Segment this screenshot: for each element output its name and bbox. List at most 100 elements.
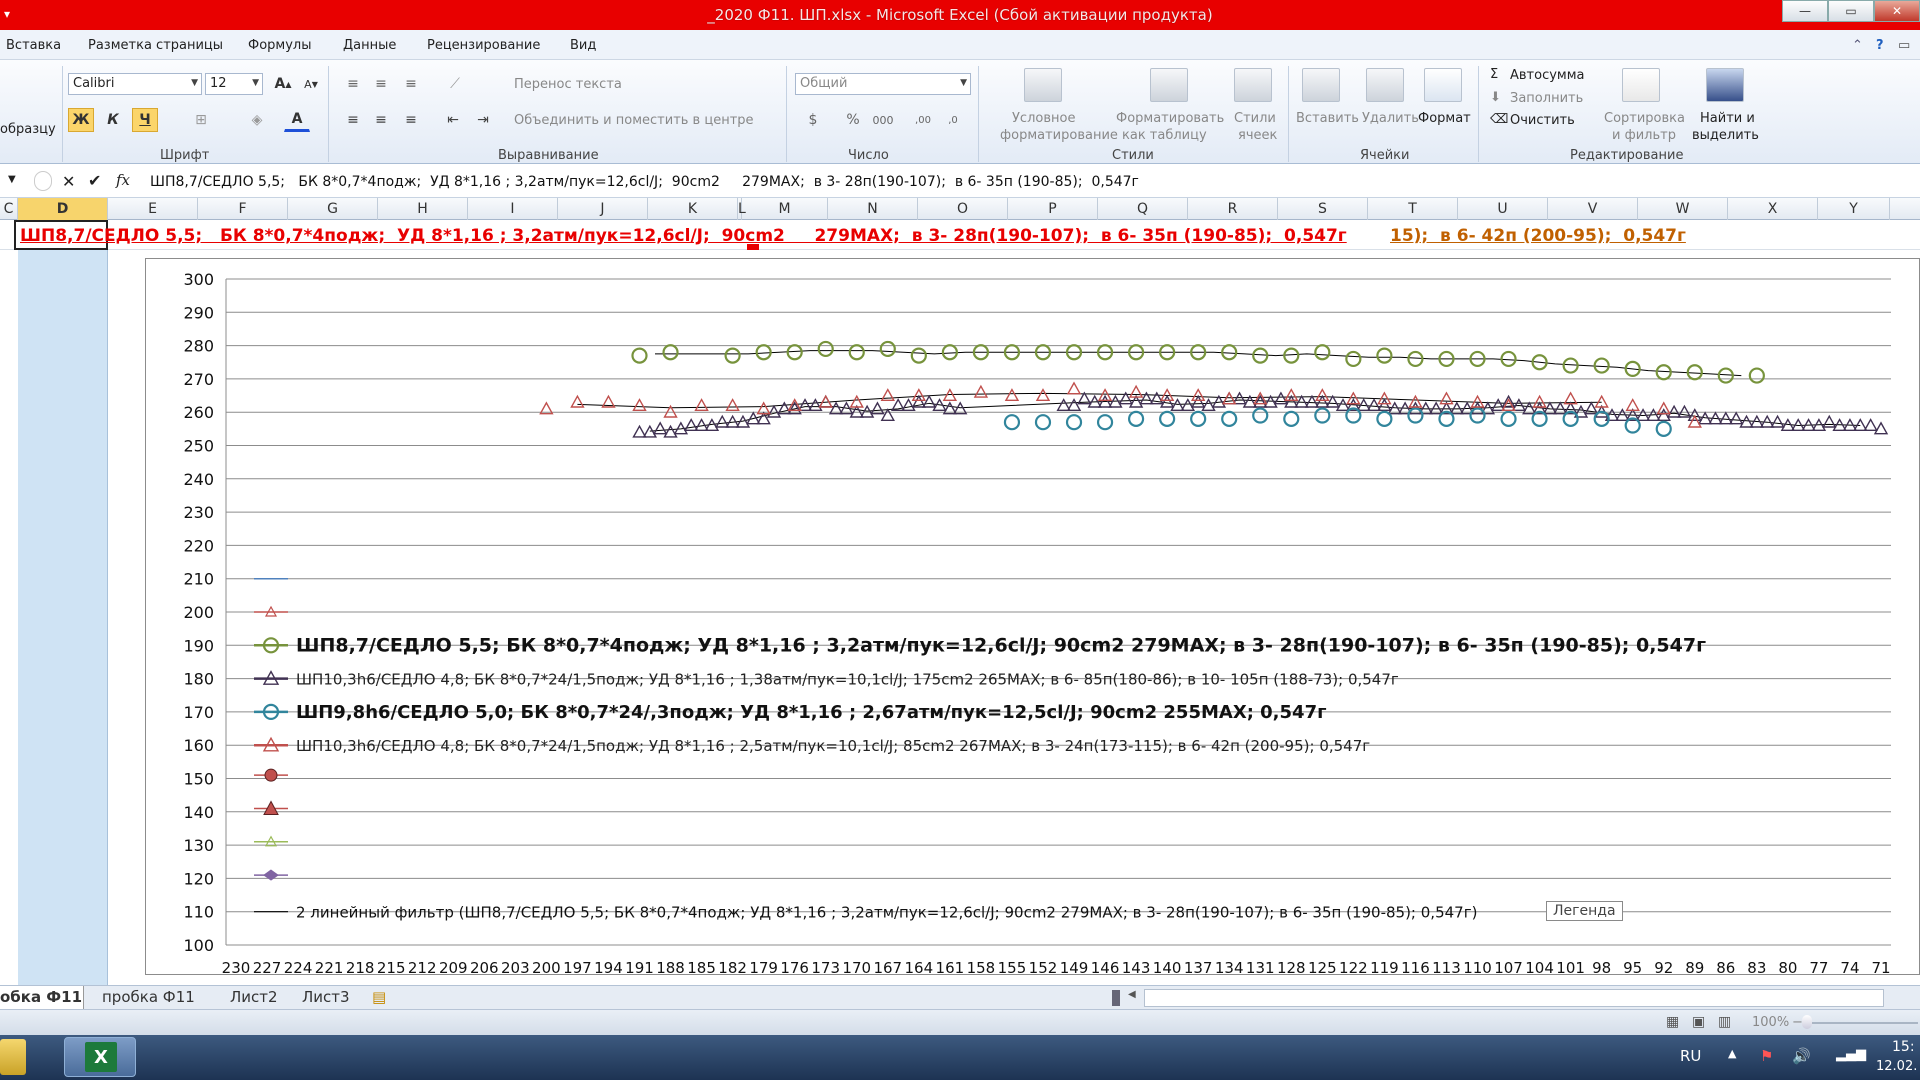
fill-icon[interactable]: ⬇: [1490, 90, 1501, 105]
sort-filter-label-1[interactable]: Сортировка: [1604, 111, 1685, 126]
format-table-label-2[interactable]: как таблицу: [1122, 128, 1207, 143]
italic-button[interactable]: К: [100, 108, 126, 132]
bold-button[interactable]: Ж: [68, 108, 94, 132]
decrease-decimal-icon[interactable]: ,0: [940, 108, 966, 132]
column-header-c[interactable]: C: [0, 198, 18, 220]
cancel-icon[interactable]: ✕: [62, 172, 75, 191]
format-table-label-1[interactable]: Форматировать: [1116, 111, 1224, 126]
wrap-text-button[interactable]: Перенос текста: [514, 77, 622, 92]
clock-time[interactable]: 15:: [1892, 1039, 1915, 1055]
increase-indent-icon[interactable]: ⇥: [470, 108, 496, 132]
grow-font-icon[interactable]: A ▲: [270, 72, 296, 96]
explorer-icon[interactable]: [0, 1039, 26, 1075]
horizontal-scrollbar[interactable]: [1144, 989, 1884, 1007]
borders-icon[interactable]: ⊞: [188, 108, 214, 132]
insert-cells-icon[interactable]: [1302, 68, 1340, 102]
column-header-g[interactable]: G: [288, 198, 378, 220]
tab-insert[interactable]: Вставка: [6, 38, 61, 53]
find-select-label-2[interactable]: выделить: [1692, 128, 1759, 143]
format-cells-button[interactable]: Формат: [1418, 111, 1471, 126]
cell-d1-text[interactable]: ШП8,7/СЕДЛО 5,5; БК 8*0,7*4подж; УД 8*1,…: [20, 226, 1347, 246]
tab-split-handle[interactable]: [1112, 990, 1120, 1006]
increase-decimal-icon[interactable]: ,00: [910, 108, 936, 132]
cell-styles-label-1[interactable]: Стили: [1234, 111, 1276, 126]
fill-button[interactable]: Заполнить: [1510, 91, 1583, 106]
align-left-icon[interactable]: ≡: [340, 108, 366, 132]
percent-icon[interactable]: %: [840, 108, 866, 132]
page-layout-view-icon[interactable]: ▣: [1692, 1014, 1705, 1030]
autosum-button[interactable]: Автосумма: [1510, 68, 1585, 83]
sheet-tab-active[interactable]: обка Ф11: [0, 988, 82, 1006]
zoom-slider-thumb[interactable]: [1802, 1015, 1812, 1029]
thousands-icon[interactable]: 000: [870, 108, 896, 132]
clear-icon[interactable]: ⌫: [1490, 112, 1508, 127]
zoom-level[interactable]: 100%: [1752, 1015, 1789, 1030]
merge-center-button[interactable]: Объединить и поместить в центре: [514, 113, 754, 128]
cond-format-label-1[interactable]: Условное: [1012, 111, 1075, 126]
chart-svg[interactable]: 300 290 280 270 260 250 240 230 220 210 200 190 180 1…: [146, 259, 1920, 977]
page-break-view-icon[interactable]: ▥: [1718, 1014, 1731, 1030]
cond-format-label-2[interactable]: форматирование: [1000, 128, 1118, 143]
column-header-v[interactable]: V: [1548, 198, 1638, 220]
align-center-icon[interactable]: ≡: [368, 108, 394, 132]
column-header-u[interactable]: U: [1458, 198, 1548, 220]
sheet-tab-list3[interactable]: Лист3: [302, 988, 350, 1006]
autosum-icon[interactable]: Σ: [1490, 67, 1498, 82]
delete-cells-button[interactable]: Удалить: [1362, 111, 1419, 126]
font-color-icon[interactable]: A: [284, 108, 310, 132]
column-header-o[interactable]: O: [918, 198, 1008, 220]
scroll-left-icon[interactable]: ◀: [1128, 989, 1138, 1006]
decrease-indent-icon[interactable]: ⇤: [440, 108, 466, 132]
sheet-tab-list2[interactable]: Лист2: [230, 988, 278, 1006]
format-cells-icon[interactable]: [1424, 68, 1462, 102]
fill-color-icon[interactable]: ◈: [244, 108, 270, 132]
column-header-p[interactable]: P: [1008, 198, 1098, 220]
column-header-i[interactable]: I: [468, 198, 558, 220]
font-name-combo[interactable]: Calibri ▼: [68, 73, 202, 95]
new-sheet-icon[interactable]: ▤: [372, 988, 386, 1006]
close-button[interactable]: ✕: [1874, 0, 1920, 22]
align-right-icon[interactable]: ≡: [398, 108, 424, 132]
number-format-combo[interactable]: Общий ▼: [795, 73, 971, 95]
action-center-icon[interactable]: ⚑: [1760, 1047, 1773, 1065]
column-header-r[interactable]: R: [1188, 198, 1278, 220]
chart[interactable]: 300 290 280 270 260 250 240 230 220 210 200 190 180 1…: [145, 258, 1920, 977]
align-bottom-icon[interactable]: ≡: [398, 72, 424, 96]
sheet-tab-probka[interactable]: пробка Ф11: [102, 988, 195, 1006]
format-painter-label[interactable]: образцу: [0, 122, 56, 137]
column-header-y[interactable]: Y: [1818, 198, 1890, 220]
currency-icon[interactable]: $: [800, 108, 826, 132]
underline-button[interactable]: Ч: [132, 108, 158, 132]
namebox-dropdown-icon[interactable]: ▼: [8, 174, 16, 185]
insert-function-icon[interactable]: fx: [116, 171, 130, 189]
tab-formulas[interactable]: Формулы: [248, 38, 311, 53]
column-header-j[interactable]: J: [558, 198, 648, 220]
cell-styles-label-2[interactable]: ячеек: [1238, 128, 1277, 143]
minimize-button[interactable]: —: [1782, 0, 1828, 22]
conditional-format-icon[interactable]: [1024, 68, 1062, 102]
column-header-h[interactable]: H: [378, 198, 468, 220]
tab-data[interactable]: Данные: [343, 38, 396, 53]
column-header-k[interactable]: K: [648, 198, 738, 220]
column-header-q[interactable]: Q: [1098, 198, 1188, 220]
font-size-combo[interactable]: 12 ▼: [205, 73, 263, 95]
insert-cells-button[interactable]: Вставить: [1296, 111, 1359, 126]
tab-view[interactable]: Вид: [570, 38, 596, 53]
column-header-x[interactable]: X: [1728, 198, 1818, 220]
column-header-s[interactable]: S: [1278, 198, 1368, 220]
normal-view-icon[interactable]: ▦: [1666, 1014, 1679, 1030]
orientation-icon[interactable]: ⟋: [442, 72, 468, 96]
cell-overflow-text[interactable]: 15); в 6- 42п (200-95); 0,547г: [1390, 226, 1686, 246]
tray-expand-icon[interactable]: ▲: [1728, 1047, 1736, 1060]
column-header-t[interactable]: T: [1368, 198, 1458, 220]
column-header-n[interactable]: N: [828, 198, 918, 220]
ribbon-minimize-icon[interactable]: ⌃: [1852, 38, 1863, 53]
workbook-minimize-icon[interactable]: ▭: [1898, 38, 1910, 53]
align-top-icon[interactable]: ≡: [340, 72, 366, 96]
clear-button[interactable]: Очистить: [1510, 113, 1575, 128]
enter-icon[interactable]: ✔: [88, 171, 101, 190]
help-icon[interactable]: ?: [1876, 38, 1884, 53]
volume-icon[interactable]: 🔊: [1792, 1047, 1811, 1065]
maximize-button[interactable]: ▭: [1828, 0, 1874, 22]
format-as-table-icon[interactable]: [1150, 68, 1188, 102]
